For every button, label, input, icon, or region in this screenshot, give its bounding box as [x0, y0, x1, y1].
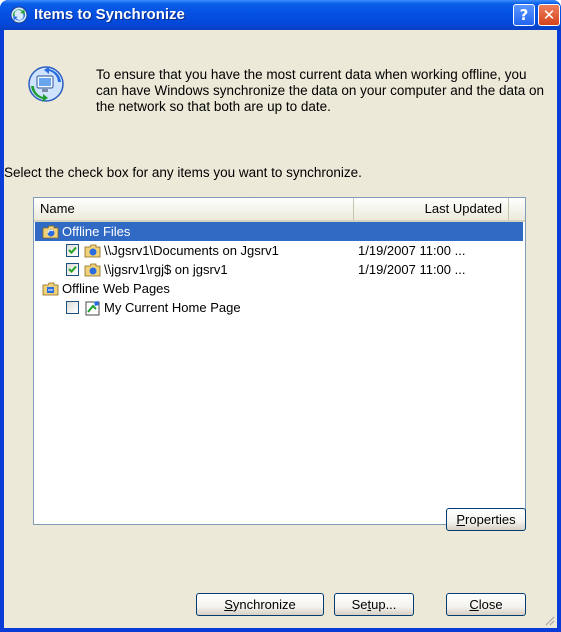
setup-button[interactable]: Setup...: [334, 593, 414, 616]
close-window-button[interactable]: ✕: [538, 4, 560, 26]
item-name: \\jgsrv1\rgj$ on jgsrv1: [104, 262, 228, 277]
network-folder-icon: [84, 244, 101, 258]
list-item[interactable]: \\jgsrv1\rgj$ on jgsrv1 1/19/2007 11:00 …: [64, 261, 519, 279]
properties-button[interactable]: Properties: [446, 508, 526, 531]
properties-label: roperties: [465, 512, 516, 527]
group-label: Offline Files: [62, 224, 131, 239]
item-checkbox[interactable]: [66, 263, 79, 276]
web-page-icon: [85, 301, 100, 316]
column-header-name[interactable]: Name: [34, 198, 354, 220]
instruction-text: Select the check box for any items you w…: [4, 165, 362, 180]
synchronize-icon: [28, 66, 64, 102]
item-last-updated: 1/19/2007 11:00 ...: [358, 262, 466, 277]
list-item-group-offline-web-pages[interactable]: Offline Web Pages: [42, 280, 512, 298]
dialog-window: Items to Synchronize ? ✕ To ensure that …: [0, 0, 561, 632]
items-list[interactable]: Name Last Updated Offline Files \\Jgsrv1…: [33, 197, 526, 525]
list-item-group-offline-files[interactable]: Offline Files: [42, 223, 512, 241]
offline-folder-icon: [42, 225, 59, 239]
window-title: Items to Synchronize: [34, 6, 185, 23]
item-checkbox[interactable]: [66, 244, 79, 257]
item-last-updated: 1/19/2007 11:00 ...: [358, 243, 466, 258]
properties-accelerator: P: [456, 512, 466, 527]
close-accelerator: C: [469, 597, 479, 612]
list-item[interactable]: \\Jgsrv1\Documents on Jgsrv1 1/19/2007 1…: [64, 242, 519, 260]
item-checkbox[interactable]: [66, 301, 79, 314]
list-item[interactable]: My Current Home Page: [64, 299, 519, 317]
item-name: \\Jgsrv1\Documents on Jgsrv1: [104, 243, 279, 258]
group-label: Offline Web Pages: [62, 281, 170, 296]
resize-grip-icon[interactable]: [543, 614, 555, 626]
help-button[interactable]: ?: [513, 4, 535, 26]
dialog-body: To ensure that you have the most current…: [4, 30, 557, 628]
checkmark-icon: [68, 246, 77, 254]
close-button[interactable]: Close: [446, 593, 526, 616]
close-label: lose: [478, 597, 503, 612]
list-header: Name Last Updated: [34, 198, 525, 222]
web-pages-folder-icon: [42, 282, 59, 296]
network-folder-icon: [84, 263, 101, 277]
title-bar[interactable]: Items to Synchronize ? ✕: [0, 0, 561, 30]
synchronize-label: ynchronize: [232, 597, 296, 612]
setup-label-start: Se: [351, 597, 368, 612]
sync-icon: [10, 6, 28, 24]
intro-text: To ensure that you have the most current…: [96, 67, 545, 114]
item-name: My Current Home Page: [104, 300, 241, 315]
checkmark-icon: [68, 265, 77, 273]
column-header-last-updated[interactable]: Last Updated: [354, 198, 509, 220]
synchronize-button[interactable]: Synchronize: [196, 593, 324, 616]
setup-label-end: up...: [371, 597, 397, 612]
synchronize-accelerator: S: [224, 597, 233, 612]
